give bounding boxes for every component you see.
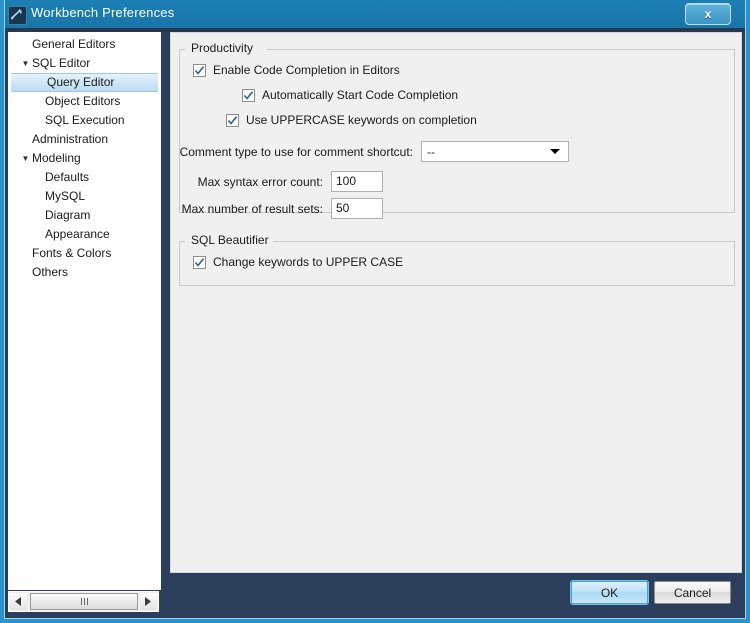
sidebar-item-label: Defaults xyxy=(45,170,90,184)
sidebar-item-label: Modeling xyxy=(32,151,81,165)
preferences-content: Productivity Enable Code Completion in E… xyxy=(170,32,742,573)
comment-type-dropdown[interactable]: -- xyxy=(421,141,569,162)
sidebar-item-mysql[interactable]: MySQL xyxy=(9,187,160,206)
max-result-sets-input[interactable]: 50 xyxy=(331,198,383,219)
tree-indent: Fonts & Colors xyxy=(9,246,111,260)
tree-indent: Object Editors xyxy=(9,94,120,108)
productivity-group-title: Productivity xyxy=(187,41,258,55)
sidebar-item-label: Fonts & Colors xyxy=(32,246,112,260)
sql-beautifier-group: SQL Beautifier Change keywords to UPPER … xyxy=(179,233,735,286)
comment-type-value: -- xyxy=(427,145,435,159)
sidebar-item-object-editors[interactable]: Object Editors xyxy=(9,92,160,111)
sidebar-item-modeling[interactable]: ▼ Modeling xyxy=(9,149,160,168)
title-bar: Workbench Preferences x xyxy=(0,0,750,28)
preferences-tree: General Editors ▼ SQL Editor Query Editor Ob… xyxy=(9,35,160,282)
sidebar-item-general-editors[interactable]: General Editors xyxy=(9,35,160,54)
twisty-expanded-icon[interactable]: ▼ xyxy=(19,149,32,168)
tree-indent: Appearance xyxy=(9,227,110,241)
close-button[interactable]: x xyxy=(685,3,731,25)
sidebar-item-label: Administration xyxy=(32,132,109,146)
tree-indent: SQL Execution xyxy=(9,113,125,127)
tree-indent: General Editors xyxy=(9,37,115,51)
sidebar-item-label: Appearance xyxy=(45,227,110,241)
tree-indent: Query Editor xyxy=(11,75,114,89)
max-result-sets-label: Max number of result sets: xyxy=(181,202,323,216)
preferences-window: Workbench Preferences x General Editors ▼… xyxy=(0,0,750,623)
change-keywords-upper-label: Change keywords to UPPER CASE xyxy=(213,255,404,269)
auto-start-completion-label: Automatically Start Code Completion xyxy=(262,88,459,102)
productivity-group: Productivity Enable Code Completion in E… xyxy=(179,41,735,219)
enable-code-completion-label: Enable Code Completion in Editors xyxy=(213,63,400,77)
uppercase-keywords-checkbox[interactable]: Use UPPERCASE keywords on completion xyxy=(226,113,477,127)
sidebar-item-label: Object Editors xyxy=(45,94,121,108)
sidebar-item-defaults[interactable]: Defaults xyxy=(9,168,160,187)
tree-indent: MySQL xyxy=(9,189,85,203)
sidebar-item-label: General Editors xyxy=(32,37,116,51)
checkbox-box xyxy=(193,63,206,77)
sidebar-item-label: Diagram xyxy=(45,208,91,222)
twisty-expanded-icon[interactable]: ▼ xyxy=(19,54,32,73)
sidebar-item-query-editor[interactable]: Query Editor xyxy=(11,73,158,92)
uppercase-keywords-label: Use UPPERCASE keywords on completion xyxy=(246,113,477,127)
sidebar-item-administration[interactable]: Administration xyxy=(9,130,160,149)
grip-line xyxy=(86,598,88,605)
ok-button[interactable]: OK xyxy=(571,581,648,604)
scroll-left-icon[interactable] xyxy=(10,593,27,610)
workbench-icon xyxy=(8,6,27,25)
sidebar-item-label: Others xyxy=(32,265,69,279)
sidebar-item-diagram[interactable]: Diagram xyxy=(9,206,160,225)
close-icon: x xyxy=(704,7,712,21)
preferences-sidebar: General Editors ▼ SQL Editor Query Editor Ob… xyxy=(8,32,161,590)
comment-type-label: Comment type to use for comment shortcut… xyxy=(179,145,413,159)
sidebar-item-others[interactable]: Others xyxy=(9,263,160,282)
change-keywords-upper-checkbox[interactable]: Change keywords to UPPER CASE xyxy=(193,255,403,269)
chevron-down-icon xyxy=(550,149,560,154)
tree-indent: Administration xyxy=(9,132,108,146)
sidebar-item-appearance[interactable]: Appearance xyxy=(9,225,160,244)
sidebar-item-label: SQL Execution xyxy=(45,113,125,127)
sidebar-item-label: SQL Editor xyxy=(32,56,91,70)
sidebar-item-label: Query Editor xyxy=(47,75,115,89)
auto-start-completion-checkbox[interactable]: Automatically Start Code Completion xyxy=(242,88,458,102)
tree-indent: Diagram xyxy=(9,208,90,222)
window-title: Workbench Preferences xyxy=(31,5,175,20)
sql-beautifier-group-title: SQL Beautifier xyxy=(187,233,273,247)
scroll-right-icon[interactable] xyxy=(140,593,157,610)
max-syntax-error-input[interactable]: 100 xyxy=(331,171,383,192)
tree-indent: Others xyxy=(9,265,68,279)
grip-line xyxy=(80,598,82,605)
sidebar-item-sql-editor[interactable]: ▼ SQL Editor xyxy=(9,54,160,73)
enable-code-completion-checkbox[interactable]: Enable Code Completion in Editors xyxy=(193,63,400,77)
tree-indent: ▼ SQL Editor xyxy=(9,54,91,73)
sidebar-item-label: MySQL xyxy=(45,189,86,203)
sidebar-item-fonts-colors[interactable]: Fonts & Colors xyxy=(9,244,160,263)
sidebar-horizontal-scrollbar[interactable] xyxy=(8,591,159,612)
grip-line xyxy=(83,598,85,605)
cancel-button[interactable]: Cancel xyxy=(654,581,731,604)
max-syntax-error-label: Max syntax error count: xyxy=(197,175,323,189)
checkbox-box xyxy=(193,255,206,269)
scrollbar-thumb[interactable] xyxy=(30,593,138,610)
sidebar-item-sql-execution[interactable]: SQL Execution xyxy=(9,111,160,130)
checkbox-box xyxy=(242,88,255,102)
checkbox-box xyxy=(226,113,239,127)
tree-indent: ▼ Modeling xyxy=(9,151,81,165)
tree-indent: Defaults xyxy=(9,170,89,184)
